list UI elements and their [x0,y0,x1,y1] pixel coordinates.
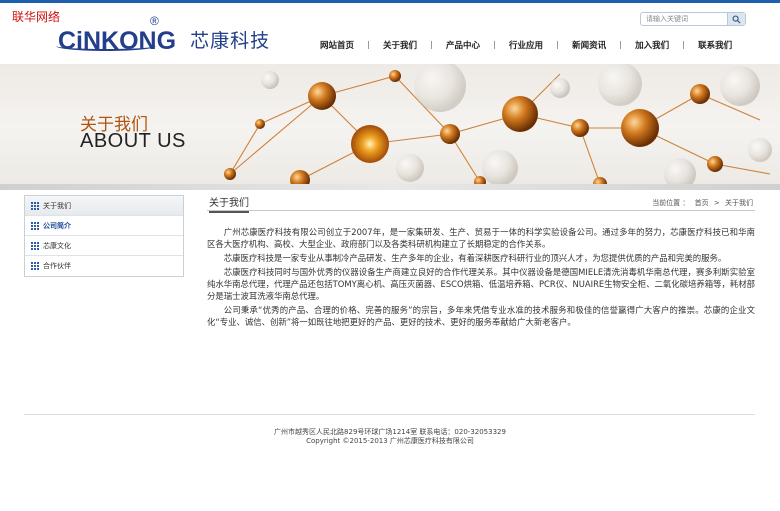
search-box [640,12,746,26]
nav-contact[interactable]: 联系我们 [684,39,746,51]
sidebar-item-culture[interactable]: 芯康文化 [25,236,183,256]
sidebar-item-label: 芯康文化 [43,241,71,250]
sidebar-item-company-profile[interactable]: 公司简介 [25,216,183,236]
sidebar-item-label: 关于我们 [43,201,71,210]
nav-industry[interactable]: 行业应用 [495,39,557,51]
nav-about[interactable]: 关于我们 [369,39,431,51]
breadcrumb-separator: > [713,199,720,207]
page-title: 关于我们 [209,194,249,213]
content-header: 关于我们 当前位置 ： 首页 > 关于我们 [207,194,755,213]
nav-products[interactable]: 产品中心 [432,39,494,51]
nav-join[interactable]: 加入我们 [621,39,683,51]
nav-news[interactable]: 新闻资讯 [558,39,620,51]
footer-address: 广州市越秀区人民北路829号环球广场1214室 联系电话：020-3205332… [274,428,506,436]
search-icon [732,14,741,24]
grid-icon [31,221,39,230]
article-paragraph: 芯康医疗科技是一家专业从事制冷产品研发、生产多年的企业，有着深耕医疗科研行业的顶… [223,253,727,263]
banner-bottom-strip [0,184,780,190]
nav-home[interactable]: 网站首页 [306,39,368,51]
sidebar-item-about[interactable]: 关于我们 [25,196,183,216]
article-body: 广州芯康医疗科技有限公司创立于2007年，是一家集研发、生产、贸易于一体的科学实… [207,226,755,330]
breadcrumb-current[interactable]: 关于我们 [725,199,753,207]
banner-title-english: ABOUT US [80,130,186,152]
search-input[interactable] [641,13,727,25]
grid-icon [31,241,39,250]
breadcrumb-prefix: 当前位置 ： [652,199,690,207]
sidebar-item-partners[interactable]: 合作伙伴 [25,256,183,276]
breadcrumb: 当前位置 ： 首页 > 关于我们 [649,198,753,208]
main-nav: 网站首页 关于我们 产品中心 行业应用 新闻资讯 加入我们 联系我们 [306,38,746,52]
article-paragraph: 芯康医疗科技同时与国外优秀的仪器设备生产商建立良好的合作代理关系。其中仪器设备是… [207,267,755,301]
top-accent-line [0,0,780,3]
footer-divider [24,414,755,415]
search-button[interactable] [727,13,745,25]
site-logo[interactable]: CiNKONG ® 芯康科技 [56,14,271,54]
logo-registered-mark: ® [150,14,159,28]
article-paragraph: 广州芯康医疗科技有限公司创立于2007年，是一家集研发、生产、贸易于一体的科学实… [207,227,755,249]
logo-chinese: 芯康科技 [190,30,271,52]
site-footer: 广州市越秀区人民北路829号环球广场1214室 联系电话：020-3205332… [0,428,780,446]
page-banner: 关于我们 ABOUT US [0,64,780,190]
sidebar-menu: 关于我们 公司简介 芯康文化 合作伙伴 [24,195,184,277]
sidebar-item-label: 合作伙伴 [43,262,71,270]
logo-swoosh [56,41,156,51]
grid-icon [31,262,39,270]
sidebar-item-label: 公司简介 [43,221,71,230]
article-paragraph: 公司秉承“优秀的产品、合理的价格、完善的服务”的宗旨，多年来凭借专业水准的技术服… [207,305,755,327]
grid-icon [31,201,39,210]
footer-copyright: Copyright ©2015-2013 广州芯康医疗科技有限公司 [306,437,474,445]
watermark-text: 联华网络 [12,10,61,24]
breadcrumb-home[interactable]: 首页 [695,199,709,207]
